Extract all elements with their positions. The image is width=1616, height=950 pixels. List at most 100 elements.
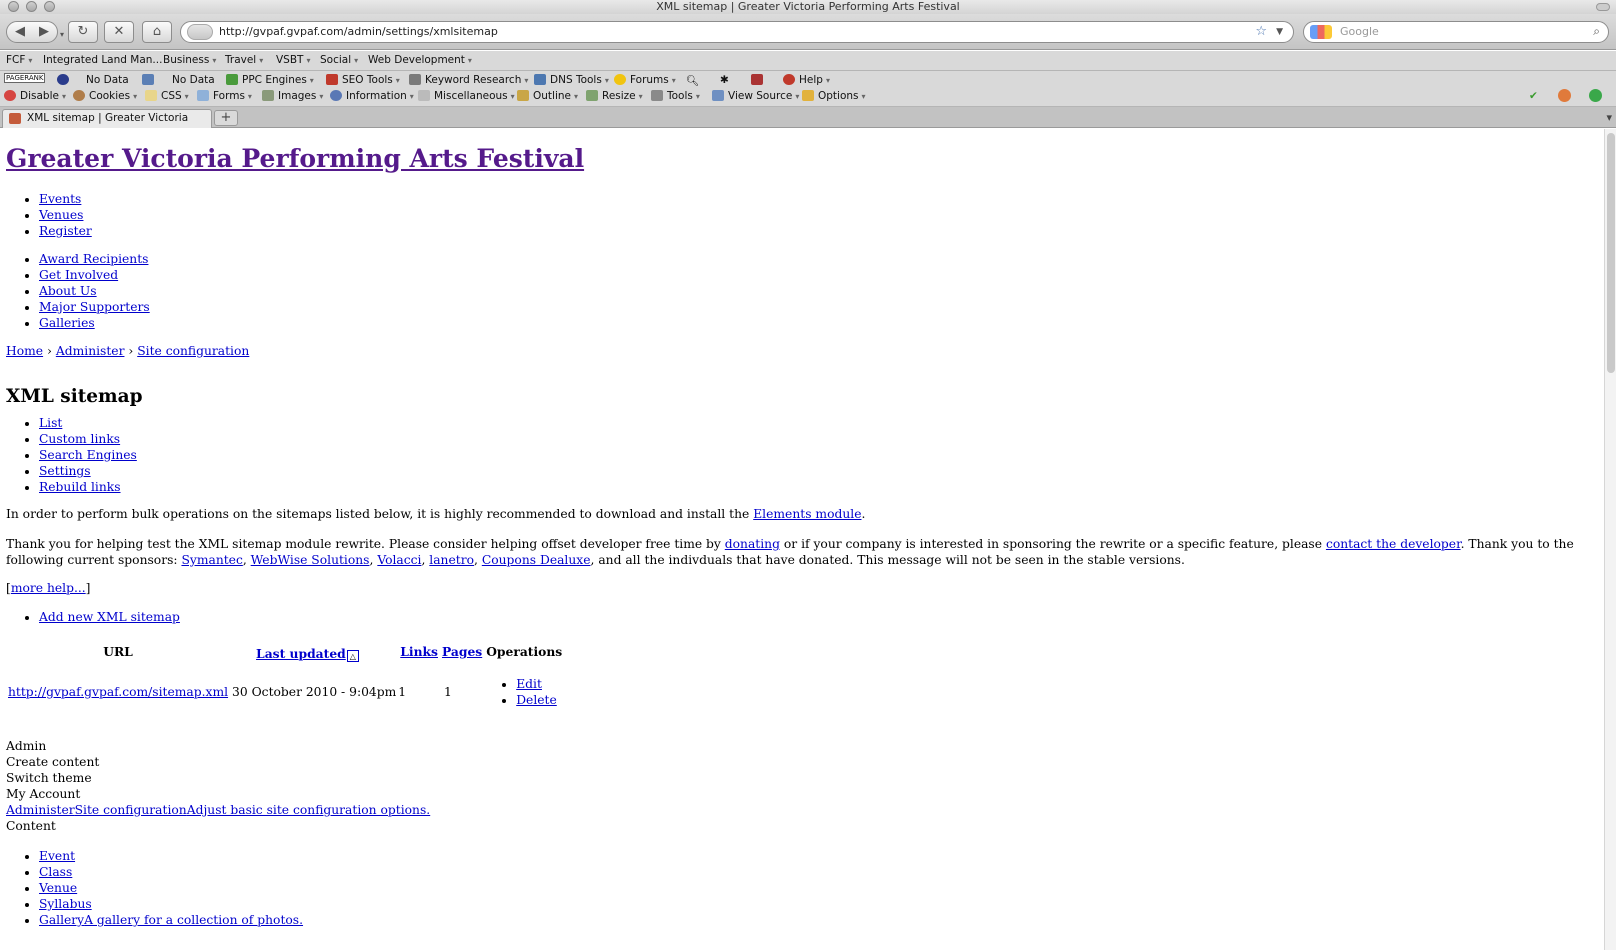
content-type-venue[interactable]: Venue [39, 881, 77, 895]
disable-menu[interactable]: Disable ▾ [4, 90, 66, 102]
reload-button[interactable]: ↻ [68, 21, 98, 43]
keyword-research-menu[interactable]: Keyword Research ▾ [409, 74, 528, 86]
bookmark-folder-vsbt[interactable]: VSBT ▾ [276, 54, 310, 66]
secondary-link-get-involved[interactable]: Get Involved [39, 268, 118, 282]
page-info-icon[interactable] [751, 74, 767, 86]
sort-ascending-icon[interactable]: △ [346, 650, 359, 662]
forums-menu[interactable]: Forums ▾ [614, 74, 676, 86]
primary-link-register[interactable]: Register [39, 224, 92, 238]
list-all-tabs-icon[interactable]: ▾ [1606, 111, 1612, 124]
sponsor-volacci-link[interactable]: Volacci [377, 553, 421, 567]
tab-custom-links[interactable]: Custom links [39, 432, 120, 446]
primary-link-venues[interactable]: Venues [39, 208, 83, 222]
column-pages[interactable]: Pages [440, 642, 484, 662]
admin-menu-my-account[interactable]: My Account [6, 786, 1586, 802]
tab-xml-sitemap[interactable]: XML sitemap | Greater Victoria Per... [2, 109, 212, 128]
bookmark-star-icon[interactable]: ☆ [1255, 22, 1267, 42]
add-new-xml-sitemap-link[interactable]: Add new XML sitemap [39, 610, 180, 624]
tools-menu[interactable]: Tools ▾ [651, 90, 700, 102]
contact-developer-link[interactable]: contact the developer [1326, 537, 1461, 551]
view-source-menu[interactable]: View Source ▾ [712, 90, 799, 102]
spider-icon[interactable]: ✱ [720, 74, 729, 86]
administer-link[interactable]: Administer [6, 803, 75, 817]
sponsor-symantec-link[interactable]: Symantec [181, 553, 242, 567]
help-menu[interactable]: Help ▾ [783, 74, 830, 86]
zoom-window-button[interactable] [44, 1, 55, 12]
ppc-engines-menu[interactable]: PPC Engines ▾ [226, 74, 314, 86]
sort-pages-link[interactable]: Pages [442, 644, 482, 659]
delete-sitemap-link[interactable]: Delete [516, 693, 557, 707]
breadcrumb-home[interactable]: Home [6, 344, 43, 358]
home-button[interactable]: ⌂ [142, 21, 172, 43]
back-arrow-icon[interactable]: ◀ [8, 22, 32, 42]
secondary-link-galleries[interactable]: Galleries [39, 316, 95, 330]
elements-module-link[interactable]: Elements module [753, 507, 861, 521]
tab-list[interactable]: List [39, 416, 62, 430]
bookmark-folder-travel[interactable]: Travel ▾ [225, 54, 263, 66]
more-help-link[interactable]: more help... [11, 581, 86, 595]
magnifier-icon[interactable]: 🔍︎ [686, 74, 699, 87]
breadcrumb-site-configuration[interactable]: Site configuration [137, 344, 249, 358]
content-type-gallery[interactable]: GalleryA gallery for a collection of pho… [39, 913, 303, 927]
cookies-menu[interactable]: Cookies ▾ [73, 90, 137, 102]
site-identity-icon[interactable] [187, 24, 213, 40]
bookmark-folder-social[interactable]: Social ▾ [320, 54, 358, 66]
tab-rebuild-links[interactable]: Rebuild links [39, 480, 121, 494]
bookmark-integrated-land[interactable]: Integrated Land Man... [43, 54, 162, 66]
search-icon[interactable]: ⌕ [1593, 21, 1600, 41]
secondary-link-major-supporters[interactable]: Major Supporters [39, 300, 150, 314]
sponsor-coupons-dealuxe-link[interactable]: Coupons Dealuxe [482, 553, 591, 567]
bookmark-folder-fcf[interactable]: FCF ▾ [6, 54, 32, 66]
admin-menu-switch-theme[interactable]: Switch theme [6, 770, 1586, 786]
admin-menu-admin[interactable]: Admin [6, 738, 1586, 754]
history-dropdown-icon[interactable]: ▾ [60, 30, 64, 39]
secondary-link-about-us[interactable]: About Us [39, 284, 97, 298]
breadcrumb-administer[interactable]: Administer [56, 344, 125, 358]
sponsor-webwise-link[interactable]: WebWise Solutions [251, 553, 370, 567]
edit-sitemap-link[interactable]: Edit [516, 677, 542, 691]
column-links[interactable]: Links [398, 642, 440, 662]
address-bar[interactable]: http://gvpaf.gvpaf.com/admin/settings/xm… [180, 21, 1294, 43]
outline-menu[interactable]: Outline ▾ [517, 90, 578, 102]
stop-button[interactable]: ✕ [104, 21, 134, 43]
column-last-updated[interactable]: Last updated △ [230, 642, 398, 662]
miscellaneous-menu[interactable]: Miscellaneous ▾ [418, 90, 515, 102]
sort-links-link[interactable]: Links [400, 644, 438, 659]
resize-menu[interactable]: Resize ▾ [586, 90, 643, 102]
toolbar-toggle-button[interactable] [1596, 3, 1610, 11]
url-dropdown-icon[interactable]: ▼ [1276, 22, 1283, 42]
forms-menu[interactable]: Forms ▾ [197, 90, 252, 102]
images-menu[interactable]: Images ▾ [262, 90, 323, 102]
new-tab-button[interactable]: + [214, 110, 238, 126]
admin-menu-create-content[interactable]: Create content [6, 754, 1586, 770]
pagerank-meter[interactable]: PAGERANK [4, 73, 46, 83]
sitemap-url-link[interactable]: http://gvpaf.gvpaf.com/sitemap.xml [8, 685, 228, 699]
admin-menu-content[interactable]: Content [6, 818, 1586, 834]
sponsor-lanetro-link[interactable]: lanetro [429, 553, 474, 567]
site-configuration-link[interactable]: Site configuration [75, 803, 187, 817]
content-type-syllabus[interactable]: Syllabus [39, 897, 92, 911]
forward-arrow-icon[interactable]: ▶ [32, 22, 56, 42]
minimize-window-button[interactable] [26, 1, 37, 12]
primary-link-events[interactable]: Events [39, 192, 81, 206]
site-title-link[interactable]: Greater Victoria Performing Arts Festiva… [6, 144, 584, 173]
css-valid-check-icon[interactable]: ✔ [1529, 90, 1538, 102]
stats-icon[interactable] [142, 74, 158, 86]
js-error-icon[interactable] [1558, 89, 1575, 103]
content-type-class[interactable]: Class [39, 865, 72, 879]
bookmark-folder-business[interactable]: Business ▾ [163, 54, 216, 66]
seo-tools-menu[interactable]: SEO Tools ▾ [326, 74, 400, 86]
content-type-event[interactable]: Event [39, 849, 75, 863]
bookmark-folder-web-development[interactable]: Web Development ▾ [368, 54, 472, 66]
css-menu[interactable]: CSS ▾ [145, 90, 189, 102]
donating-link[interactable]: donating [725, 537, 780, 551]
scrollbar-thumb[interactable] [1607, 133, 1615, 373]
html-valid-icon[interactable] [1589, 89, 1606, 103]
alexa-icon[interactable] [57, 74, 73, 86]
tab-settings[interactable]: Settings [39, 464, 91, 478]
secondary-link-award-recipients[interactable]: Award Recipients [39, 252, 148, 266]
sort-last-updated-link[interactable]: Last updated [256, 646, 346, 661]
information-menu[interactable]: Information ▾ [330, 90, 414, 102]
close-window-button[interactable] [8, 1, 19, 12]
site-configuration-description-link[interactable]: Adjust basic site configuration options. [187, 803, 430, 817]
